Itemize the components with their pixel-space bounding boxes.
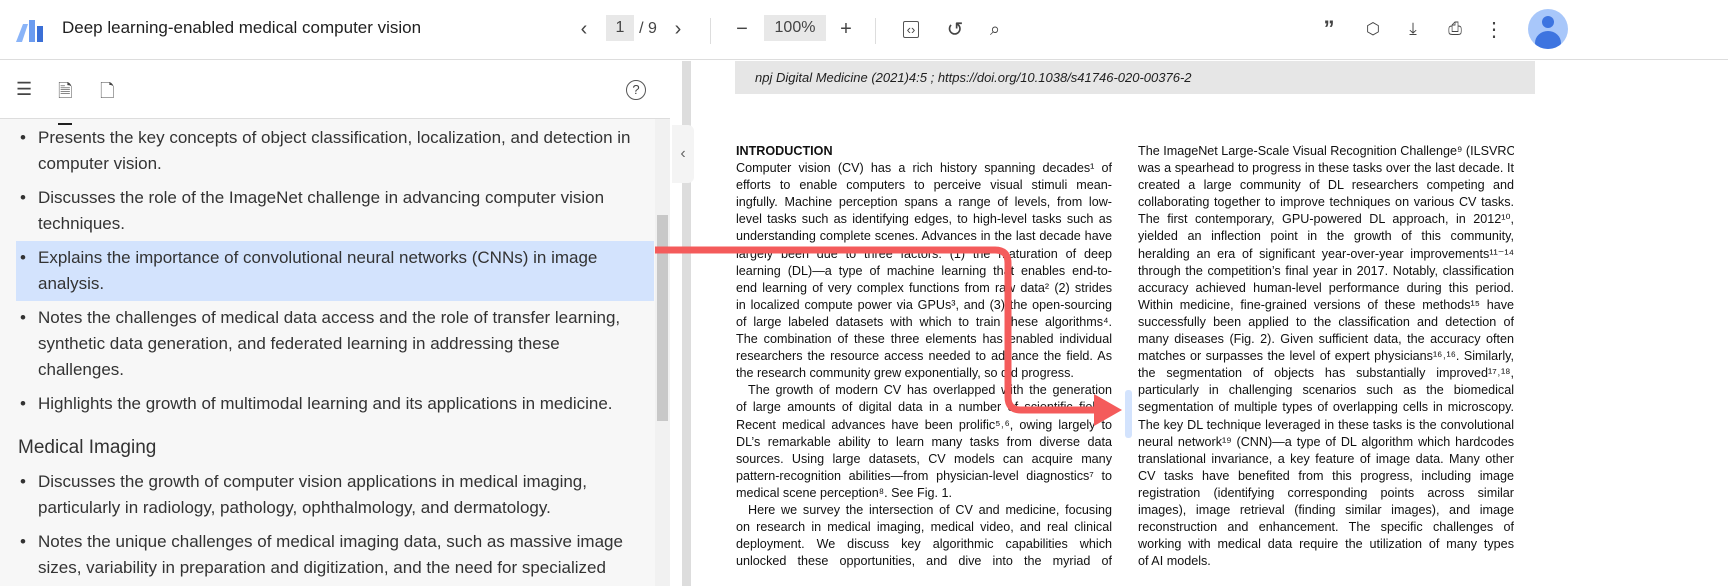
pdf-text-line: level tasks such as identifying edges, t… <box>736 212 1112 227</box>
pdf-text-line: largely been due to three factors: (1) t… <box>736 246 1112 261</box>
pdf-text-line: yielded an inflection point in the growt… <box>1138 229 1514 244</box>
summary-item: Notes the unique challenges of medical i… <box>0 525 654 586</box>
highlight-marker <box>1125 390 1132 438</box>
page-number-input[interactable]: 1 <box>606 15 634 41</box>
pdf-text-line: many diseases (Fig. 2). Given sufficient… <box>1138 332 1514 347</box>
pdf-text-line: Computer vision (CV) has a rich history … <box>736 161 1112 176</box>
summary-item: Presents the key concepts of object clas… <box>0 121 654 181</box>
pdf-text-line: of large labeled datasets with which to … <box>736 314 1112 329</box>
pdf-text-line: translational invariance, a key feature … <box>1138 451 1514 466</box>
quote-icon[interactable]: ” <box>1316 14 1342 44</box>
pdf-text-line: efforts to enable computers to perceive … <box>736 178 1112 193</box>
pdf-text-line: segmentation of multiple types of overla… <box>1138 400 1514 415</box>
pdf-text-line: The growth of modern CV has overlapped w… <box>748 383 1112 398</box>
pdf-text-line: DL’s remarkable ability to learn many ta… <box>736 434 1112 449</box>
pdf-text-line: of AI models. <box>1138 554 1211 569</box>
pdf-text-line: successfully been applied to the classif… <box>1138 314 1514 329</box>
print-icon[interactable]: ⎙ <box>1442 14 1468 44</box>
pdf-text-line: sources. Using large datasets, CV models… <box>736 451 1112 466</box>
pdf-text-line: The ImageNet Large-Scale Visual Recognit… <box>1138 144 1514 158</box>
collapse-panel-button[interactable]: ‹ <box>672 125 694 183</box>
pdf-text-line: the segmentation of objects has substant… <box>1138 366 1514 381</box>
prev-page-button[interactable]: ‹ <box>572 14 596 44</box>
pdf-text-line: researchers the resource access needed t… <box>736 349 1112 364</box>
pdf-text-line: The combination of these three elements … <box>736 332 1112 347</box>
pdf-text-line: neural network¹⁹ (CNN)—a type of DL algo… <box>1138 434 1514 449</box>
pdf-text-line: was a spearhead to progress in these tas… <box>1138 161 1514 176</box>
pdf-left-column: INTRODUCTION Computer vision (CV) has a … <box>736 143 1112 570</box>
avatar[interactable] <box>1528 9 1568 49</box>
pdf-text-line: pattern-recognition abilities—from physi… <box>736 468 1112 483</box>
pdf-text-line: Here we survey the intersection of CV an… <box>748 502 1112 517</box>
pdf-text-line: The key DL technique leveraged in these … <box>1138 417 1514 432</box>
pdf-text-line: images), image retrieval (finding simila… <box>1138 502 1514 517</box>
summary-item: Discusses the role of the ImageNet chall… <box>0 181 654 241</box>
download-icon[interactable]: ⤓ <box>1400 14 1426 44</box>
pdf-text-line: heralding an era of significant year-ove… <box>1138 246 1514 261</box>
next-page-button[interactable]: › <box>666 14 690 44</box>
help-icon[interactable]: ? <box>626 80 646 100</box>
pdf-text-line: unlocked these opportunities, and dive i… <box>736 554 1112 569</box>
pdf-citation: npj Digital Medicine (2021)4:5 ; https:/… <box>735 61 1535 94</box>
pdf-text-line: of large amounts of digital data in a nu… <box>736 400 1112 415</box>
pdf-right-column: The ImageNet Large-Scale Visual Recognit… <box>1138 143 1514 570</box>
summary-panel: ☰ 🗎 🗋 ? Presents the key concepts of obj… <box>0 61 670 586</box>
toolbar: Deep learning-enabled medical computer v… <box>0 0 1728 60</box>
pdf-text-line: medical scene perception⁸. See Fig. 1. <box>736 485 953 500</box>
zoom-in-button[interactable]: + <box>834 14 858 44</box>
scrollbar-thumb[interactable] <box>657 215 668 421</box>
scrollbar[interactable] <box>655 119 670 586</box>
app-logo-icon <box>16 20 43 42</box>
pdf-text-line: learning (DL)—a type of machine learning… <box>736 263 1112 278</box>
pdf-text-line: understanding complete scenes. Advances … <box>736 229 1112 244</box>
save-to-library-icon[interactable]: ⬡ <box>1360 14 1386 44</box>
search-icon[interactable]: ⌕ <box>982 14 1008 44</box>
pdf-text-line: registration (identifying corresponding … <box>1138 485 1514 500</box>
pdf-text-line: matches or surpasses the level of expert… <box>1138 349 1514 364</box>
pdf-text-line: collaborating together to improve techni… <box>1138 195 1514 210</box>
summary-item: Notes the challenges of medical data acc… <box>0 301 654 387</box>
pdf-text-line: ingfully. Machine perception spans a ran… <box>736 195 1112 210</box>
pdf-text-line: Within medicine, fine-grained versions o… <box>1138 297 1514 312</box>
pdf-text-line: the research community grew exponentiall… <box>736 366 1074 381</box>
zoom-level[interactable]: 100% <box>764 15 826 41</box>
pdf-text-line: on research in medical imaging, medical … <box>736 520 1112 535</box>
pdf-text-line: in localized compute power via GPUs³, an… <box>736 297 1112 312</box>
pdf-text-line: working with medical data require the ut… <box>1138 537 1514 552</box>
summary-item: Discusses the growth of computer vision … <box>0 465 654 525</box>
pdf-text-line: created a large community of DL research… <box>1138 178 1514 193</box>
summary-item-highlighted[interactable]: Explains the importance of convolutional… <box>16 241 654 301</box>
more-options-icon[interactable]: ⋮ <box>1484 14 1504 44</box>
summary-item: Highlights the growth of multimodal lear… <box>0 387 654 421</box>
pdf-text-line: The first contemporary, GPU-powered DL a… <box>1138 212 1514 227</box>
pdf-text-line: reconstruction and enhancement. The spec… <box>1138 520 1514 535</box>
document-tab-icon[interactable]: 🗋 <box>100 79 114 109</box>
pdf-text-line: particularly in challenging scenarios su… <box>1138 383 1514 398</box>
pdf-text-line: accuracy achieved human-level performanc… <box>1138 280 1514 295</box>
fit-page-icon[interactable]: ‹› <box>898 14 924 44</box>
document-title: Deep learning-enabled medical computer v… <box>62 18 422 37</box>
pdf-text-line: CV tasks have benefited from this progre… <box>1138 468 1514 483</box>
pdf-heading: INTRODUCTION <box>736 144 833 158</box>
section-heading: Medical Imaging <box>18 437 157 458</box>
pdf-text-line: deployment. We discuss key algorithmic c… <box>736 537 1112 552</box>
zoom-out-button[interactable]: − <box>730 14 754 44</box>
outline-tab-icon[interactable]: ☰ <box>16 79 32 100</box>
pdf-text-line: through the competition’s final year in … <box>1138 263 1514 278</box>
pdf-text-line: end learning of very complex functions f… <box>736 280 1112 295</box>
pdf-text-line: Recent medical advances have been prolif… <box>736 417 1112 432</box>
page-total: / 9 <box>639 20 657 37</box>
rotate-icon[interactable]: ↺ <box>942 14 968 44</box>
